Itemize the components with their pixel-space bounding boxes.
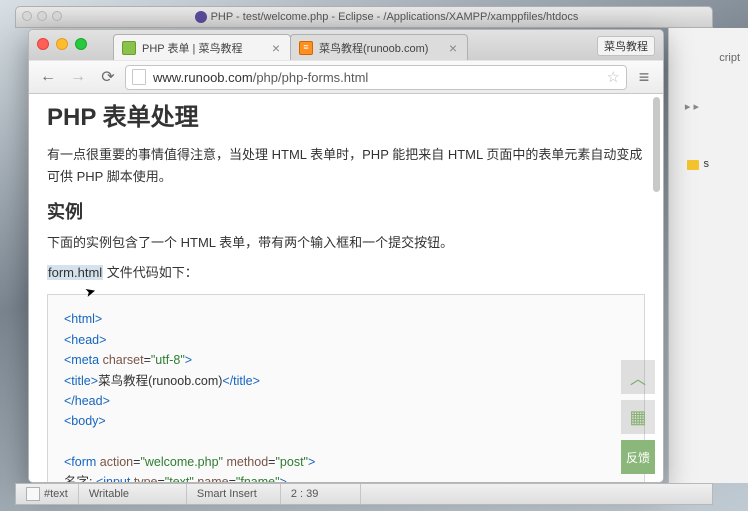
nav-toolbar: ← → ⟳ www.runoob.com/php/php-forms.html … <box>29 60 663 94</box>
eclipse-status-bar: #text Writable Smart Insert 2 : 39 <box>15 483 713 505</box>
eclipse-icon <box>195 11 207 23</box>
reload-button[interactable]: ⟳ <box>95 65 121 89</box>
url-host: www.runoob.com <box>153 70 253 85</box>
status-cursor-pos: 2 : 39 <box>281 484 361 504</box>
status-insert-mode: Smart Insert <box>187 484 281 504</box>
url-path: /php/php-forms.html <box>253 70 369 85</box>
folder-icon[interactable] <box>687 160 699 170</box>
tab-bar: PHP 表单 | 菜鸟教程 × 菜鸟教程(runoob.com) × 菜鸟教程 <box>29 30 663 60</box>
back-button[interactable]: ← <box>35 65 61 89</box>
tab-title: 菜鸟教程(runoob.com) <box>319 40 447 56</box>
address-bar[interactable]: www.runoob.com/php/php-forms.html ☆ <box>125 65 627 90</box>
code-block: <html> <head> <meta charset="utf-8"> <ti… <box>47 294 645 482</box>
bookmark-star-icon[interactable]: ☆ <box>607 68 620 86</box>
close-tab-icon[interactable]: × <box>447 40 459 56</box>
chrome-menu-button[interactable]: ≡ <box>631 67 657 88</box>
feedback-button[interactable]: 反馈 <box>621 440 655 474</box>
eclipse-right-pane: cript ▸ ▸ <box>668 28 748 483</box>
eclipse-title: PHP - test/welcome.php - Eclipse - /Appl… <box>211 11 579 23</box>
favicon-runoob-icon <box>122 41 136 55</box>
file-line: form.html 文件代码如下： <box>47 262 645 284</box>
file-desc: 文件代码如下： <box>103 265 198 280</box>
forward-button[interactable]: → <box>65 65 91 89</box>
tree-expand-icon[interactable]: ▸ ▸ <box>685 100 699 113</box>
filename-text: form.html <box>47 265 103 280</box>
favicon-xampp-icon <box>299 41 313 55</box>
page-icon <box>132 69 146 85</box>
scrollbar-thumb[interactable] <box>653 97 660 192</box>
page-content: PHP 表单处理 有一点很重要的事情值得注意，当处理 HTML 表单时，PHP … <box>29 94 663 482</box>
close-tab-icon[interactable]: × <box>270 40 282 56</box>
chrome-window: PHP 表单 | 菜鸟教程 × 菜鸟教程(runoob.com) × 菜鸟教程 … <box>28 29 664 483</box>
close-window-button[interactable] <box>37 38 49 50</box>
extension-button[interactable]: 菜鸟教程 <box>597 36 655 56</box>
example-heading: 实例 <box>47 198 645 224</box>
status-writable: Writable <box>79 484 187 504</box>
status-element: #text <box>16 484 79 504</box>
qr-button[interactable]: ▦ <box>621 400 655 434</box>
page-heading: PHP 表单处理 <box>47 97 645 132</box>
zoom-window-button[interactable] <box>75 38 87 50</box>
browser-tab-active[interactable]: PHP 表单 | 菜鸟教程 × <box>113 34 291 60</box>
status-square-icon <box>26 487 40 501</box>
example-desc: 下面的实例包含了一个 HTML 表单，带有两个输入框和一个提交按钮。 <box>47 232 645 254</box>
tab-title: PHP 表单 | 菜鸟教程 <box>142 40 270 56</box>
browser-tab-inactive[interactable]: 菜鸟教程(runoob.com) × <box>290 34 468 60</box>
intro-paragraph: 有一点很重要的事情值得注意，当处理 HTML 表单时，PHP 能把来自 HTML… <box>47 144 645 188</box>
scroll-top-button[interactable]: ︿ <box>621 360 655 394</box>
eclipse-titlebar: PHP - test/welcome.php - Eclipse - /Appl… <box>15 6 713 28</box>
minimize-window-button[interactable] <box>56 38 68 50</box>
float-panel: ︿ ▦ 反馈 <box>621 360 655 474</box>
window-controls <box>37 38 87 50</box>
right-pane-label: cript <box>719 52 740 64</box>
